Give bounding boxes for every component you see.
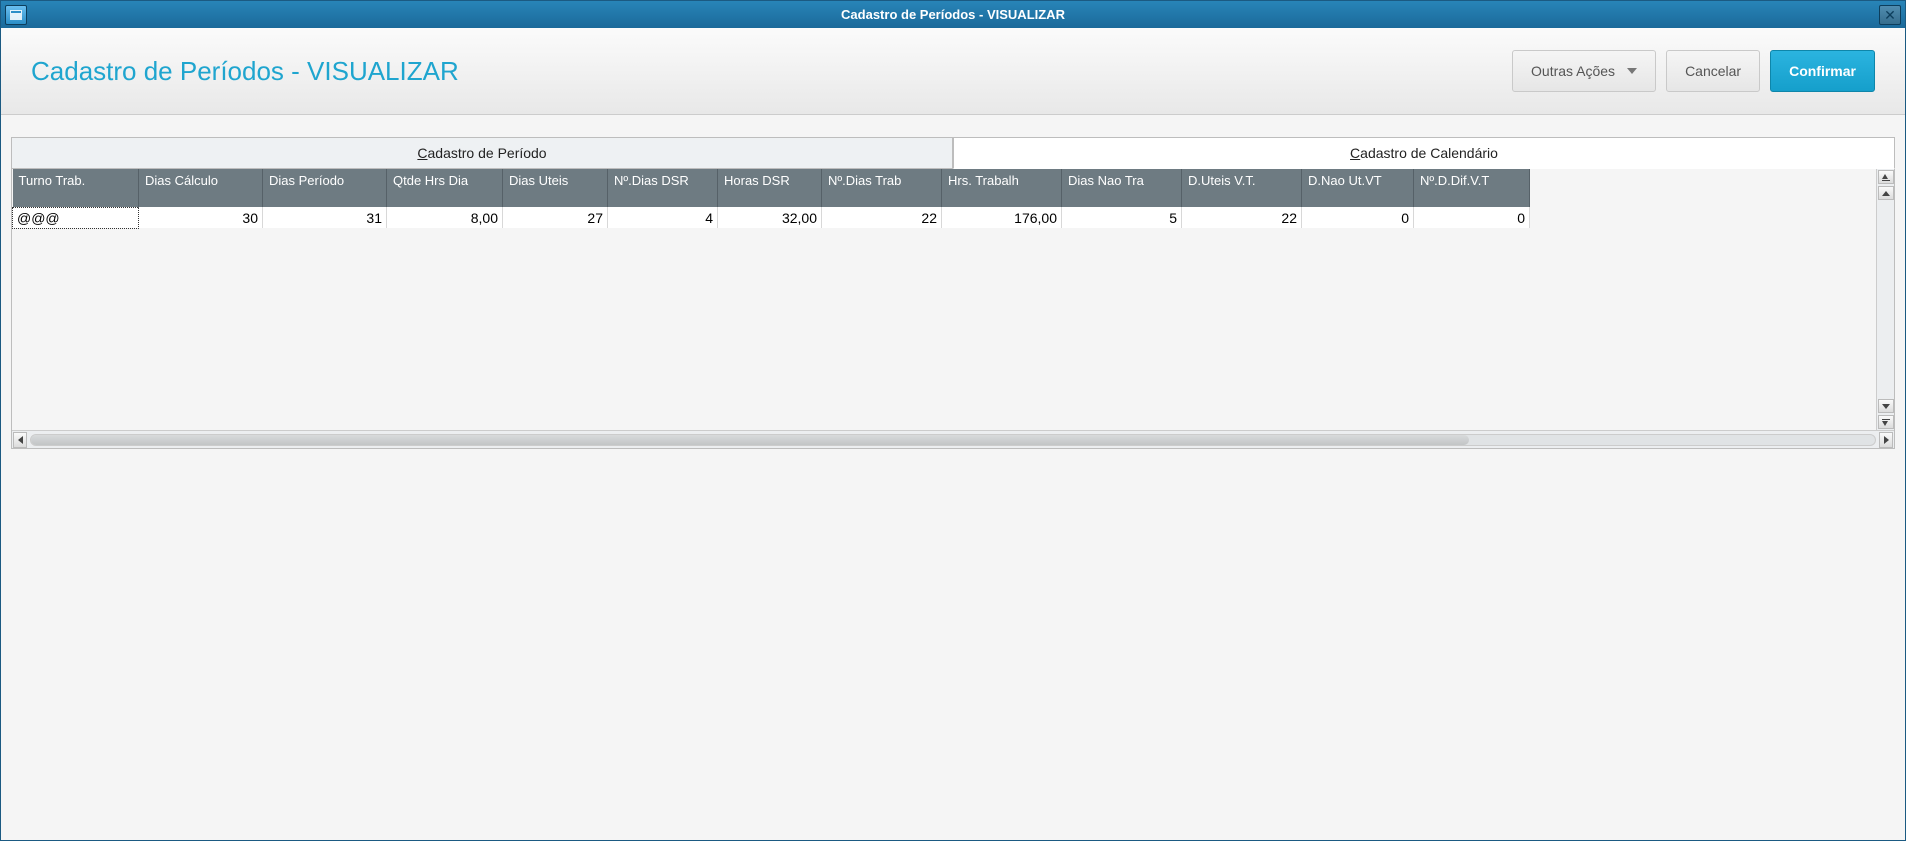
- col-d-uteis-vt[interactable]: D.Uteis V.T.: [1182, 169, 1302, 207]
- header-actions: Outras Ações Cancelar Confirmar: [1512, 50, 1875, 92]
- cell-n-dias-trab[interactable]: 22: [822, 207, 942, 228]
- col-turno-trab[interactable]: Turno Trab.: [13, 169, 139, 207]
- col-dias-calculo[interactable]: Dias Cálculo: [139, 169, 263, 207]
- scroll-bottom-icon[interactable]: [1878, 415, 1894, 429]
- cell-turno-trab[interactable]: @@@: [13, 207, 139, 228]
- tab-cadastro-calendario[interactable]: Cadastro de Calendário: [953, 137, 1895, 169]
- page-title: Cadastro de Períodos - VISUALIZAR: [31, 56, 459, 87]
- cell-dias-periodo[interactable]: 31: [263, 207, 387, 228]
- scrollbar-track[interactable]: [30, 434, 1876, 446]
- tab-cadastro-periodo[interactable]: Cadastro de Período: [11, 137, 953, 169]
- cell-dias-uteis[interactable]: 27: [503, 207, 608, 228]
- col-hrs-trabalh[interactable]: Hrs. Trabalh: [942, 169, 1062, 207]
- page-header: Cadastro de Períodos - VISUALIZAR Outras…: [1, 28, 1905, 115]
- col-dias-nao-tra[interactable]: Dias Nao Tra: [1062, 169, 1182, 207]
- col-d-nao-ut-vt[interactable]: D.Nao Ut.VT: [1302, 169, 1414, 207]
- cell-d-uteis-vt[interactable]: 22: [1182, 207, 1302, 228]
- other-actions-label: Outras Ações: [1531, 63, 1615, 79]
- table-row[interactable]: @@@ 30 31 8,00 27 4 32,00 22 176,00 5 22…: [13, 207, 1530, 228]
- window-titlebar: Cadastro de Períodos - VISUALIZAR ✕: [1, 1, 1905, 28]
- confirm-label: Confirmar: [1789, 63, 1856, 79]
- scroll-left-icon[interactable]: [13, 432, 27, 448]
- chevron-down-icon: [1627, 68, 1637, 74]
- confirm-button[interactable]: Confirmar: [1770, 50, 1875, 92]
- cancel-button[interactable]: Cancelar: [1666, 50, 1760, 92]
- system-menu-icon[interactable]: [5, 5, 27, 25]
- col-dias-uteis[interactable]: Dias Uteis: [503, 169, 608, 207]
- tab-label: Cadastro de Período: [417, 145, 546, 161]
- cell-dias-calculo[interactable]: 30: [139, 207, 263, 228]
- scrollbar-thumb[interactable]: [31, 435, 1469, 445]
- scroll-right-icon[interactable]: [1879, 432, 1893, 448]
- data-grid: Turno Trab. Dias Cálculo Dias Período Qt…: [12, 169, 1530, 229]
- cell-dias-nao-tra[interactable]: 5: [1062, 207, 1182, 228]
- tabs: Cadastro de Período Cadastro de Calendár…: [1, 137, 1905, 169]
- col-dias-periodo[interactable]: Dias Período: [263, 169, 387, 207]
- window-title: Cadastro de Períodos - VISUALIZAR: [841, 7, 1065, 22]
- cancel-label: Cancelar: [1685, 63, 1741, 79]
- grid-header-row: Turno Trab. Dias Cálculo Dias Período Qt…: [13, 169, 1530, 207]
- horizontal-scrollbar[interactable]: [12, 430, 1894, 448]
- cell-horas-dsr[interactable]: 32,00: [718, 207, 822, 228]
- col-qtde-hrs-dia[interactable]: Qtde Hrs Dia: [387, 169, 503, 207]
- scroll-top-icon[interactable]: [1878, 170, 1894, 184]
- tab-label: Cadastro de Calendário: [1350, 145, 1498, 161]
- cell-n-dias-dsr[interactable]: 4: [608, 207, 718, 228]
- cell-d-nao-ut-vt[interactable]: 0: [1302, 207, 1414, 228]
- close-icon[interactable]: ✕: [1879, 5, 1901, 25]
- cell-hrs-trabalh[interactable]: 176,00: [942, 207, 1062, 228]
- col-n-d-dif-vt[interactable]: Nº.D.Dif.V.T: [1414, 169, 1530, 207]
- other-actions-button[interactable]: Outras Ações: [1512, 50, 1656, 92]
- scroll-up-icon[interactable]: [1878, 186, 1894, 200]
- cell-n-d-dif-vt[interactable]: 0: [1414, 207, 1530, 228]
- cell-qtde-hrs-dia[interactable]: 8,00: [387, 207, 503, 228]
- grid-container: Turno Trab. Dias Cálculo Dias Período Qt…: [11, 169, 1895, 449]
- col-horas-dsr[interactable]: Horas DSR: [718, 169, 822, 207]
- col-n-dias-dsr[interactable]: Nº.Dias DSR: [608, 169, 718, 207]
- scroll-down-icon[interactable]: [1878, 399, 1894, 413]
- vertical-scrollbar[interactable]: [1876, 169, 1894, 430]
- col-n-dias-trab[interactable]: Nº.Dias Trab: [822, 169, 942, 207]
